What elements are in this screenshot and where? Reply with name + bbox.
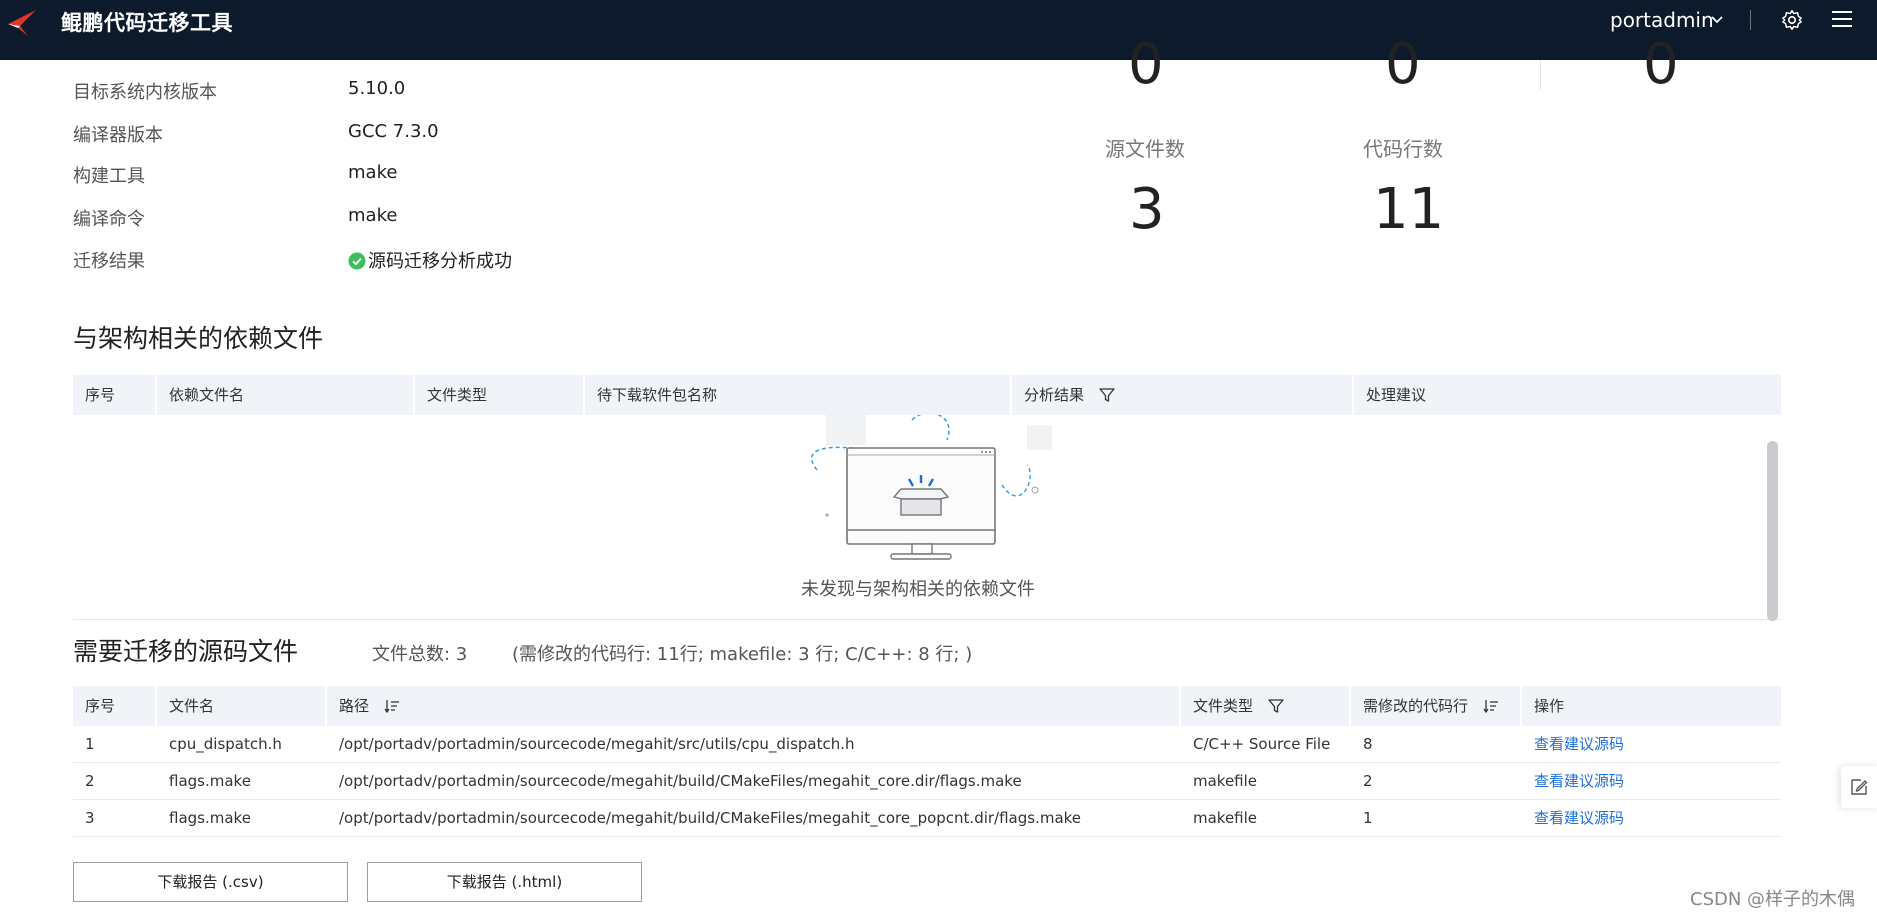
dependency-section-title: 与架构相关的依赖文件 bbox=[73, 324, 324, 353]
filter-icon[interactable] bbox=[1268, 698, 1284, 714]
row-file-name: cpu_dispatch.h bbox=[169, 735, 282, 753]
stat-divider bbox=[1540, 60, 1541, 90]
dependency-table-scrollbar[interactable] bbox=[1767, 441, 1778, 621]
column-header-suggestion: 处理建议 bbox=[1366, 386, 1427, 404]
dependency-table-empty-state: 未发现与架构相关的依赖文件 bbox=[73, 415, 1781, 620]
row-modified-lines: 2 bbox=[1363, 772, 1373, 790]
header-divider bbox=[1750, 10, 1751, 30]
empty-state-text: 未发现与架构相关的依赖文件 bbox=[801, 579, 1035, 600]
table-row: 2 flags.make /opt/portadv/portadmin/sour… bbox=[73, 763, 1781, 800]
column-header-index: 序号 bbox=[73, 686, 157, 726]
migration-result-label: 迁移结果 bbox=[73, 251, 145, 272]
compiler-version-label: 编译器版本 bbox=[73, 125, 163, 146]
build-tool-label: 构建工具 bbox=[73, 166, 145, 187]
row-file-type: C/C++ Source File bbox=[1193, 735, 1331, 753]
success-check-icon bbox=[348, 252, 366, 270]
row-file-type: makefile bbox=[1193, 809, 1258, 827]
hamburger-menu-icon[interactable] bbox=[1832, 10, 1852, 28]
row-path: /opt/portadv/portadmin/sourcecode/megahi… bbox=[339, 772, 1022, 790]
row-file-type: makefile bbox=[1193, 772, 1258, 790]
feedback-button[interactable] bbox=[1841, 766, 1877, 808]
migration-result-value: 源码迁移分析成功 bbox=[348, 247, 512, 273]
column-header-modified-lines[interactable]: 需修改的代码行 bbox=[1351, 686, 1522, 726]
kernel-version-value: 5.10.0 bbox=[348, 78, 406, 99]
row-index: 3 bbox=[85, 809, 95, 827]
code-line-count-value: 11 bbox=[1373, 177, 1445, 242]
column-header-file-type: 文件类型 bbox=[1181, 686, 1351, 726]
migration-result-text: 源码迁移分析成功 bbox=[368, 251, 512, 272]
row-path: /opt/portadv/portadmin/sourcecode/megahi… bbox=[339, 809, 1082, 827]
build-command-label: 编译命令 bbox=[73, 209, 145, 230]
compiler-version-value: GCC 7.3.0 bbox=[348, 121, 439, 142]
row-file-name: flags.make bbox=[169, 809, 251, 827]
stat-top-value-3: 0 bbox=[1643, 32, 1679, 97]
row-index: 2 bbox=[85, 772, 95, 790]
stat-top-value-1: 0 bbox=[1128, 32, 1164, 97]
download-html-report-button[interactable]: 下载报告 (.html) bbox=[367, 862, 642, 902]
kunpeng-logo-icon[interactable] bbox=[6, 6, 38, 38]
row-modified-lines: 8 bbox=[1363, 735, 1373, 753]
column-header-file-name: 文件名 bbox=[157, 686, 327, 726]
column-header-action: 操作 bbox=[1534, 697, 1565, 715]
view-suggested-source-link[interactable]: 查看建议源码 bbox=[1522, 763, 1624, 800]
row-path: /opt/portadv/portadmin/sourcecode/megahi… bbox=[339, 735, 855, 753]
column-header-analysis-result: 分析结果 bbox=[1012, 375, 1354, 415]
edit-icon bbox=[1851, 779, 1868, 795]
user-menu[interactable]: portadmin bbox=[1610, 8, 1714, 32]
column-header-dependency-name: 依赖文件名 bbox=[157, 375, 415, 415]
file-total-count: 文件总数: 3 bbox=[372, 644, 468, 665]
analysis-result-label: 分析结果 bbox=[1024, 386, 1085, 404]
column-header-package-name: 待下载软件包名称 bbox=[585, 375, 1012, 415]
table-row: 3 flags.make /opt/portadv/portadmin/sour… bbox=[73, 800, 1781, 837]
stat-top-value-2: 0 bbox=[1385, 32, 1421, 97]
watermark-text: CSDN @样子的木偶 bbox=[1690, 889, 1856, 910]
view-suggested-source-link[interactable]: 查看建议源码 bbox=[1522, 726, 1624, 763]
row-file-name: flags.make bbox=[169, 772, 251, 790]
sort-icon[interactable] bbox=[1483, 698, 1499, 714]
code-line-count-label: 代码行数 bbox=[1363, 137, 1443, 161]
view-suggested-source-link[interactable]: 查看建议源码 bbox=[1522, 800, 1624, 837]
table-row: 1 cpu_dispatch.h /opt/portadv/portadmin/… bbox=[73, 726, 1781, 763]
gear-icon[interactable] bbox=[1781, 9, 1803, 31]
build-tool-value: make bbox=[348, 162, 398, 183]
filter-icon[interactable] bbox=[1099, 387, 1115, 403]
build-command-value: make bbox=[348, 205, 398, 226]
source-file-count-label: 源文件数 bbox=[1105, 137, 1185, 161]
source-section-title: 需要迁移的源码文件 bbox=[73, 637, 299, 666]
source-table-header: 序号 文件名 路径 文件类型 需修改的代码行 操作 bbox=[73, 686, 1781, 726]
empty-box-illustration-icon bbox=[810, 415, 1052, 560]
column-header-path[interactable]: 路径 bbox=[327, 686, 1181, 726]
dependency-table-header: 序号 依赖文件名 文件类型 待下载软件包名称 分析结果 处理建议 bbox=[73, 375, 1781, 415]
file-type-column-label: 文件类型 bbox=[1193, 697, 1254, 715]
top-navigation-bar: 鲲鹏代码迁移工具 portadmin bbox=[0, 0, 1877, 60]
source-file-count-value: 3 bbox=[1129, 177, 1165, 242]
modified-lines-summary: (需修改的代码行: 11行; makefile: 3 行; C/C++: 8 行… bbox=[512, 644, 973, 665]
row-index: 1 bbox=[85, 735, 95, 753]
modified-lines-column-label: 需修改的代码行 bbox=[1363, 697, 1469, 715]
column-header-file-type: 文件类型 bbox=[415, 375, 585, 415]
kernel-version-label: 目标系统内核版本 bbox=[73, 82, 217, 103]
app-title: 鲲鹏代码迁移工具 bbox=[61, 11, 233, 35]
path-column-label: 路径 bbox=[339, 697, 370, 715]
sort-icon[interactable] bbox=[384, 698, 400, 714]
download-csv-report-button[interactable]: 下载报告 (.csv) bbox=[73, 862, 348, 902]
chevron-down-icon[interactable] bbox=[1710, 13, 1724, 27]
row-modified-lines: 1 bbox=[1363, 809, 1373, 827]
column-header-index: 序号 bbox=[73, 375, 157, 415]
